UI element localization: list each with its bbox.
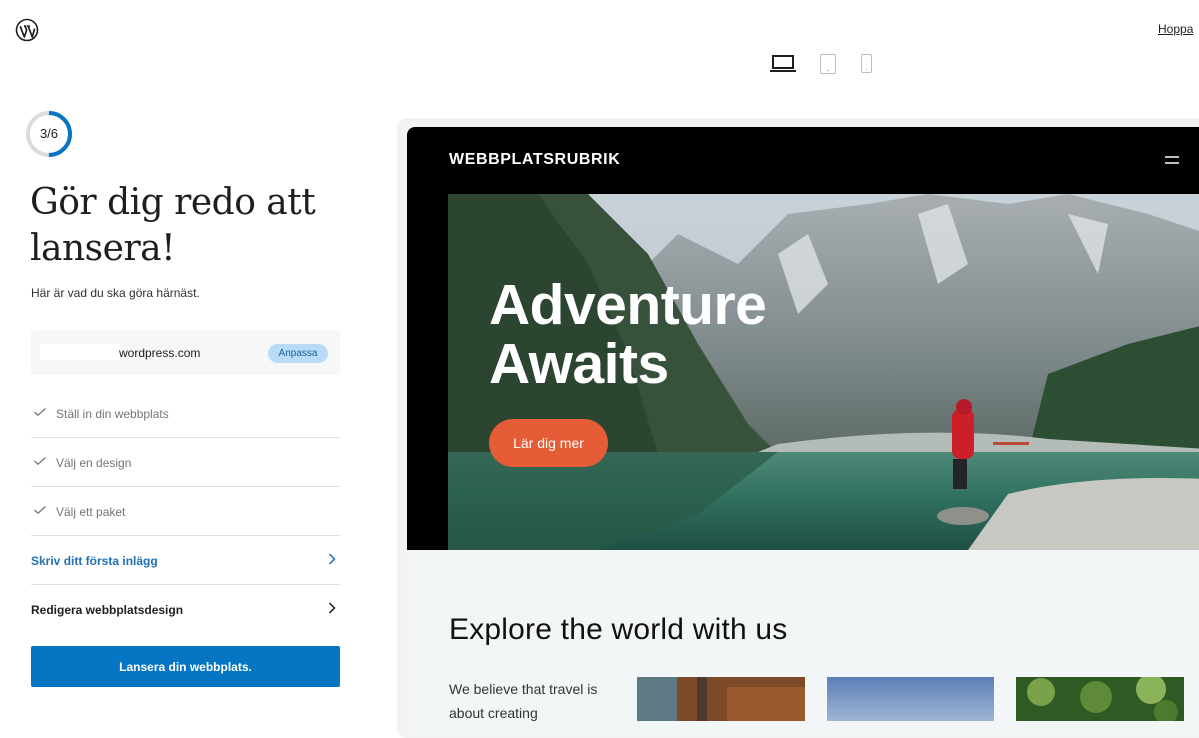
tablet-icon[interactable]: [820, 54, 836, 74]
hero-heading-line-1: Adventure: [489, 273, 767, 337]
section-body-text: We believe that travel is about creating: [449, 681, 598, 721]
page-title: Gör dig redo att lansera!: [30, 182, 316, 269]
task-setup-site[interactable]: Ställ in din webbplats: [31, 389, 340, 438]
progress-indicator: 3/6: [25, 110, 73, 158]
chevron-right-icon: [328, 602, 336, 614]
task-label: Redigera webbplatsdesign: [31, 603, 184, 617]
gallery-thumbnail-road: [637, 677, 805, 721]
chevron-right-icon: [328, 553, 336, 565]
gallery-thumbnail-palms: [1016, 677, 1184, 721]
task-list: Ställ in din webbplats Välj en design Vä…: [31, 389, 340, 634]
skip-link[interactable]: Hoppa: [1158, 22, 1193, 36]
laptop-icon[interactable]: [770, 55, 796, 72]
task-label: Välj en design: [56, 456, 132, 470]
hero-heading-line-2: Awaits: [489, 332, 669, 396]
hero-heading: Adventure Awaits: [489, 273, 767, 396]
page-subtitle: Här är vad du ska göra härnäst.: [31, 286, 200, 300]
domain-name-redacted: [40, 344, 120, 360]
progress-label: 3/6: [39, 126, 59, 141]
gallery-thumbnail-sky: [827, 677, 994, 721]
checkmark-icon: [34, 457, 46, 465]
domain-card: wordpress.com Anpassa: [31, 330, 340, 375]
task-label: Ställ in din webbplats: [56, 407, 169, 421]
site-title: WEBBPLATSRUBRIK: [449, 151, 621, 168]
hero-left-band: [407, 194, 448, 550]
launch-site-button[interactable]: Lansera din webbplats.: [31, 646, 340, 687]
customize-domain-badge[interactable]: Anpassa: [268, 344, 328, 363]
wordpress-logo-icon[interactable]: [15, 18, 39, 42]
domain-suffix: wordpress.com: [119, 346, 201, 360]
checkmark-icon: [34, 506, 46, 514]
learn-more-button[interactable]: Lär dig mer: [489, 419, 608, 467]
task-first-post[interactable]: Skriv ditt första inlägg: [31, 536, 340, 585]
checkmark-icon: [34, 408, 46, 416]
task-choose-plan[interactable]: Välj ett paket: [31, 487, 340, 536]
task-label: Skriv ditt första inlägg: [31, 554, 158, 568]
site-header: WEBBPLATSRUBRIK: [407, 127, 1199, 194]
task-label: Välj ett paket: [56, 505, 126, 519]
section-heading: Explore the world with us: [449, 613, 788, 646]
menu-icon[interactable]: [1165, 155, 1179, 165]
task-choose-design[interactable]: Välj en design: [31, 438, 340, 487]
phone-icon[interactable]: [861, 54, 872, 73]
hero-section: Adventure Awaits Lär dig mer: [448, 194, 1199, 550]
site-preview[interactable]: WEBBPLATSRUBRIK Adventure Awaits Lär dig…: [407, 127, 1199, 737]
task-edit-design[interactable]: Redigera webbplatsdesign: [31, 585, 340, 634]
